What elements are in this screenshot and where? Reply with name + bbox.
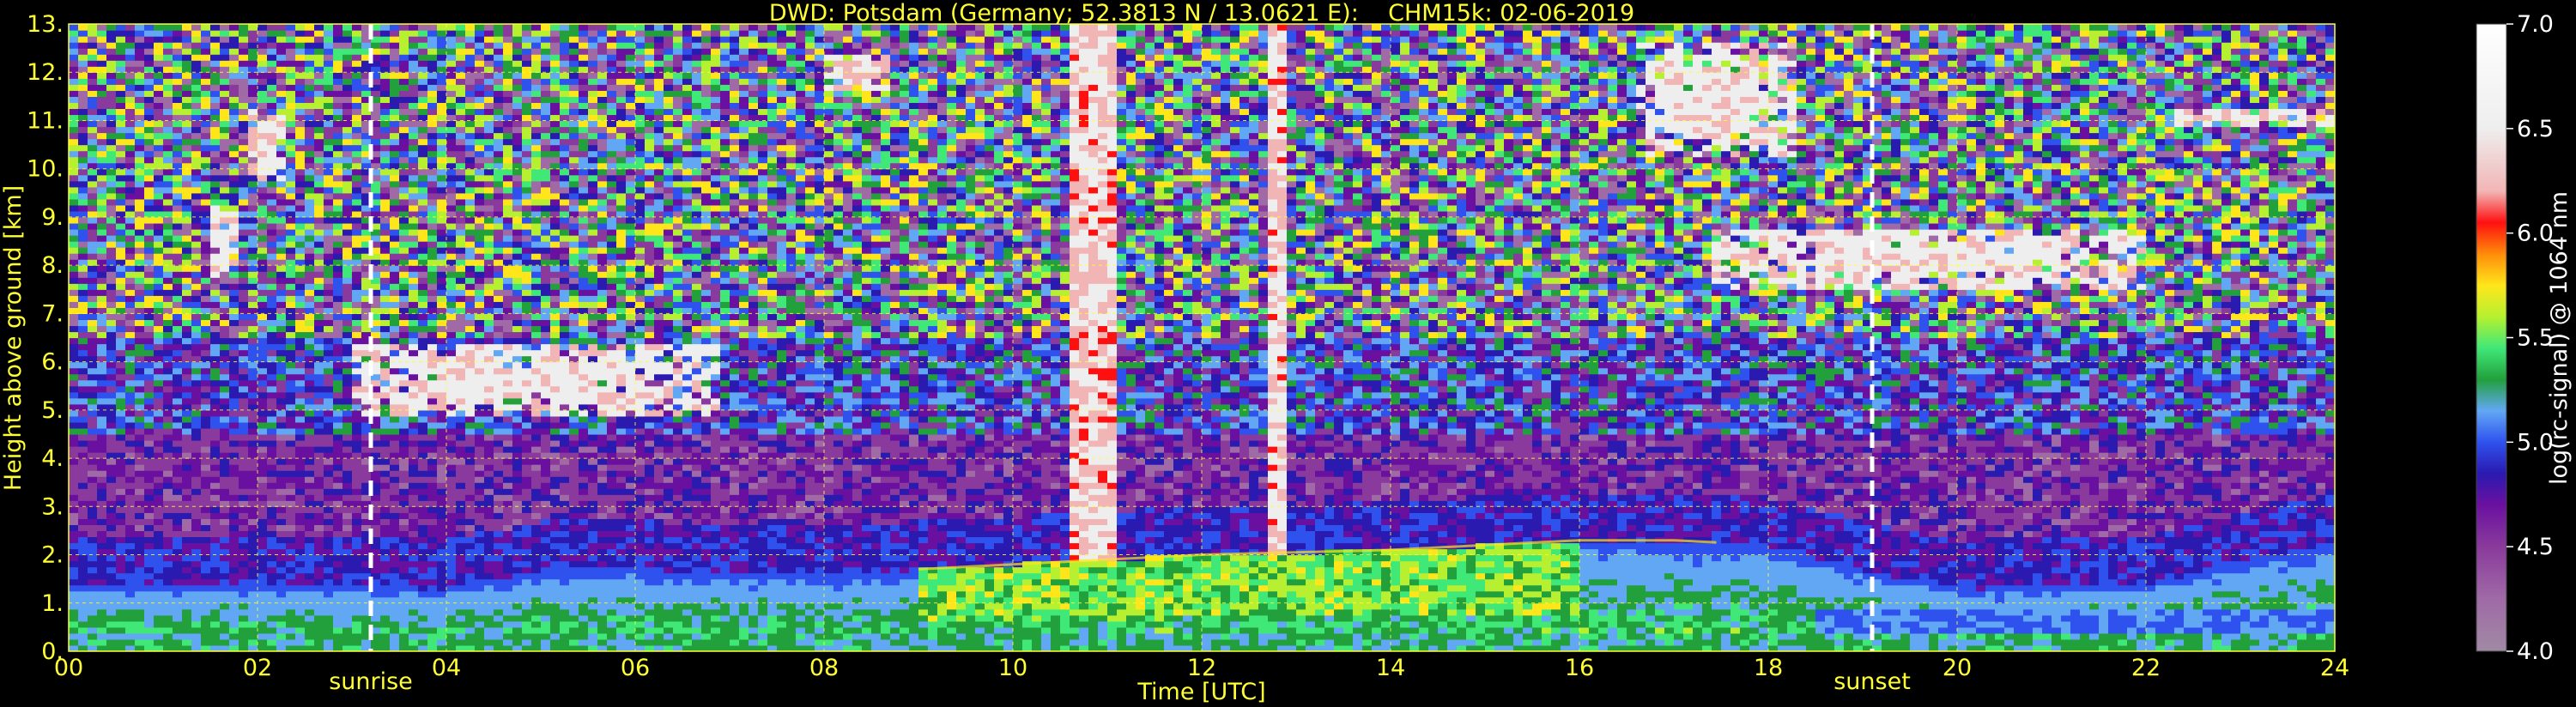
colorbar-tick-label: 4.5 bbox=[2517, 534, 2554, 560]
y-tick-label: 6. bbox=[41, 349, 64, 376]
colorbar-label: log(rc-signal) @ 1064 nm bbox=[2546, 191, 2573, 485]
x-axis-label: Time [UTC] bbox=[1136, 679, 1265, 705]
y-tick-label: 7. bbox=[41, 300, 64, 327]
y-tick-label: 3. bbox=[41, 493, 64, 520]
y-tick-label: 1. bbox=[41, 590, 64, 617]
x-tick-label: 16 bbox=[1565, 655, 1594, 681]
x-tick-label: 18 bbox=[1754, 655, 1783, 681]
x-tick-label: 14 bbox=[1376, 655, 1405, 681]
colorbar-tick-label: 4.0 bbox=[2517, 638, 2554, 665]
y-axis-label: Height above ground [km] bbox=[0, 185, 27, 491]
ceilometer-chart: DWD: Potsdam (Germany; 52.3813 N / 13.06… bbox=[0, 0, 2576, 707]
y-tick-label: 2. bbox=[41, 542, 64, 569]
x-tick-label: 02 bbox=[243, 655, 272, 681]
y-axis: 0. 1. 2. 3. 4. 5. 6. 7. 8. 9. 10. 11. 12. 13. bbox=[27, 11, 64, 665]
sunrise-label: sunrise bbox=[329, 668, 413, 695]
colorbar-gradient bbox=[2476, 24, 2506, 651]
y-tick-label: 8. bbox=[41, 252, 64, 279]
y-tick-label: 9. bbox=[41, 204, 64, 231]
y-tick-label: 10. bbox=[27, 156, 64, 183]
x-tick-label: 22 bbox=[2131, 655, 2161, 681]
y-tick-label: 4. bbox=[41, 445, 64, 472]
x-tick-label: 10 bbox=[998, 655, 1027, 681]
x-tick-label: 06 bbox=[621, 655, 650, 681]
colorbar-tick-label: 7.0 bbox=[2517, 11, 2554, 38]
colorbar: 4.04.55.05.56.06.57.0 log(rc-signal) @ 1… bbox=[2476, 11, 2573, 665]
chart-title: DWD: Potsdam (Germany; 52.3813 N / 13.06… bbox=[769, 0, 1634, 27]
x-tick-label: 20 bbox=[1943, 655, 1972, 681]
y-tick-label: 12. bbox=[27, 59, 64, 86]
sunset-label: sunset bbox=[1834, 668, 1911, 695]
y-tick-label: 11. bbox=[27, 107, 64, 134]
y-tick-label: 0. bbox=[41, 638, 64, 665]
plot-area: sunrise sunset bbox=[69, 24, 2336, 695]
x-tick-label: 08 bbox=[809, 655, 839, 681]
y-tick-label: 13. bbox=[27, 11, 64, 38]
heatmap-layer bbox=[69, 24, 2336, 652]
x-tick-label: 04 bbox=[432, 655, 461, 681]
y-tick-label: 5. bbox=[41, 397, 64, 424]
x-tick-label: 12 bbox=[1187, 655, 1216, 681]
colorbar-tick-label: 6.5 bbox=[2517, 116, 2554, 142]
x-tick-label: 24 bbox=[2320, 655, 2349, 681]
